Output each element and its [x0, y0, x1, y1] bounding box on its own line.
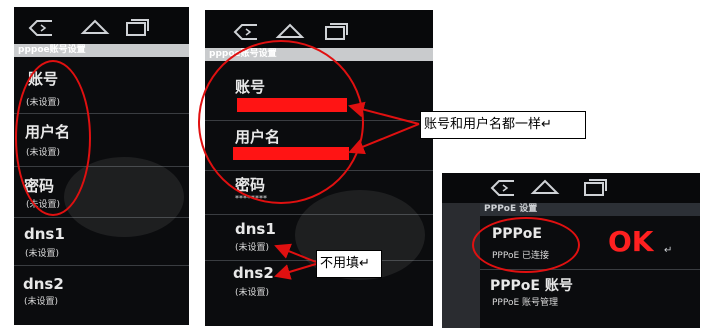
- settings-header: PPPoE 设置: [480, 203, 700, 216]
- recent-apps-icon[interactable]: [582, 177, 608, 197]
- arrow-to-account: [348, 101, 420, 125]
- nav-bar: [442, 173, 700, 203]
- arrow-to-dns2: [274, 263, 317, 280]
- arrow-to-dns1: [274, 243, 317, 263]
- annotation-ellipse: [472, 217, 580, 273]
- callout-same-value: 账号和用户名都一样↵: [420, 111, 586, 139]
- ok-annotation: OK: [608, 225, 654, 258]
- arrow-to-username: [348, 123, 420, 155]
- pppoe-account-sub: PPPoE 账号管理: [492, 298, 559, 308]
- back-icon[interactable]: [490, 179, 516, 197]
- home-icon[interactable]: [530, 177, 560, 197]
- callout-no-need: 不用填↵: [316, 250, 382, 278]
- pppoe-account-label: PPPoE 账号: [490, 278, 573, 294]
- ok-mark: ↵: [664, 245, 673, 256]
- pppoe-account-setting[interactable]: PPPoE 账号 PPPoE 账号管理: [480, 271, 700, 321]
